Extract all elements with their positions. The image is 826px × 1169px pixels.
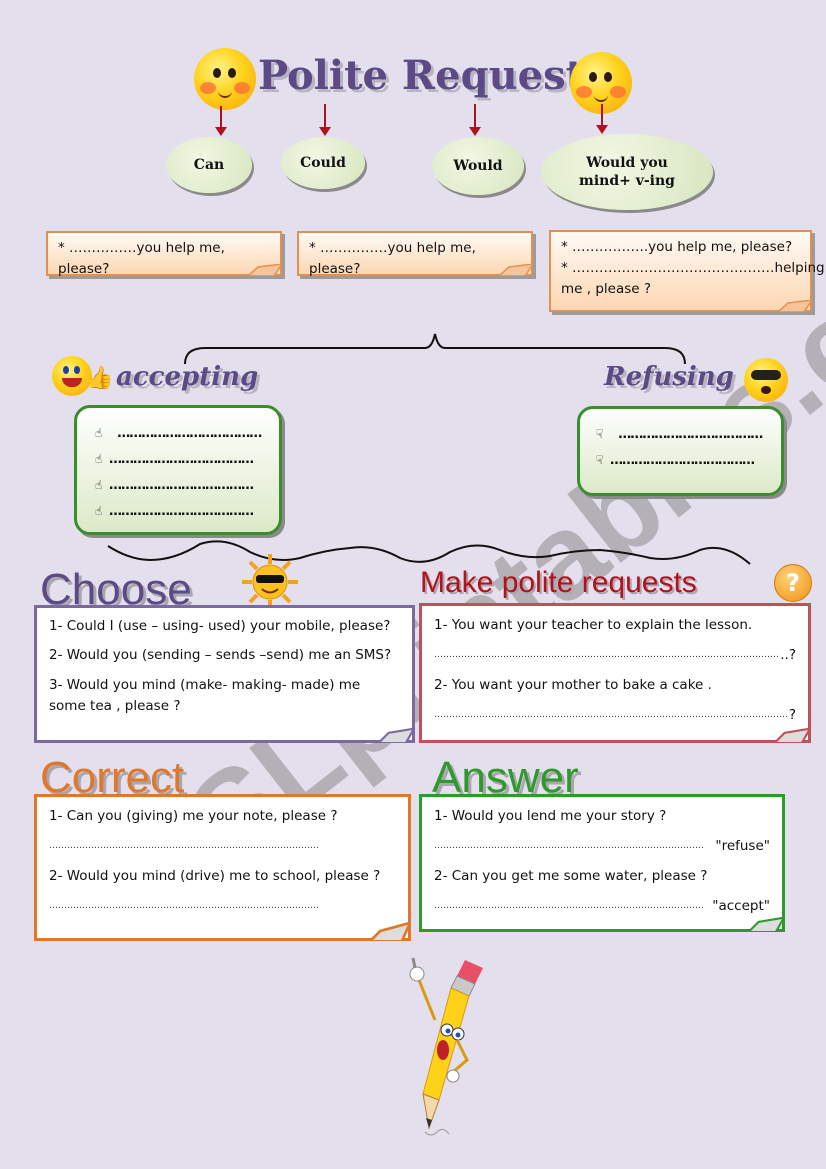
choose-item: 3- Would you mind (make- making- made) m…	[49, 677, 361, 693]
make-requests-box: 1- You want your teacher to explain the …	[419, 603, 811, 743]
note-could: * ……………you help me, please?	[297, 231, 533, 277]
note-can: * ……………you help me, please?	[46, 231, 282, 277]
page-curl-icon	[369, 922, 410, 940]
wavy-divider	[107, 540, 751, 565]
choose-item: 1- Could I (use – using- used) your mobi…	[49, 618, 391, 634]
arrow-down-icon	[319, 104, 331, 136]
correct-answer-line[interactable]: ……………………………………………………………………………………………………………	[49, 831, 319, 861]
accepting-line[interactable]: ☝………………………………	[95, 446, 279, 472]
thumbs-up-icon: ☝	[95, 452, 103, 466]
page-curl-icon	[778, 300, 812, 312]
choose-item: some tea , please ?	[49, 698, 181, 714]
modal-could: Could	[281, 137, 365, 189]
correct-item: 1- Can you (giving) me your note, please…	[49, 808, 338, 824]
thumbs-up-icon: ☝	[95, 426, 103, 440]
modal-would-you-mind: Would you mind+ v-ing	[541, 134, 713, 210]
sunglasses-smiley-icon	[744, 358, 788, 402]
page-curl-icon	[378, 728, 414, 742]
page-title: Polite Requests	[258, 52, 607, 99]
refusing-line[interactable]: ☟………………………………	[596, 447, 781, 473]
answer-box: 1- Would you lend me your story ? …………………	[419, 794, 785, 932]
correct-box: 1- Can you (giving) me your note, please…	[34, 794, 411, 941]
make-requests-heading: Make polite requests	[420, 566, 697, 599]
arrow-down-icon	[596, 104, 608, 134]
page-curl-icon	[248, 264, 282, 276]
accepting-line[interactable]: ☝………………………………	[95, 472, 279, 498]
correct-item: 2- Would you mind (drive) me to school, …	[49, 868, 381, 884]
sun-sunglasses-icon	[240, 552, 300, 612]
pencil-character-icon	[409, 957, 483, 1136]
accepting-heading: accepting	[116, 362, 259, 392]
answer-line[interactable]: ……………………………………………………………………………………………………………	[434, 891, 770, 921]
correct-answer-line[interactable]: ……………………………………………………………………………………………………………	[49, 891, 319, 921]
accepting-line[interactable]: ☝ ………………………………	[95, 420, 279, 446]
blushing-smiley-icon	[194, 48, 256, 110]
refusing-box: ☟ ……………………………… ☟………………………………	[577, 406, 784, 496]
arrow-down-icon	[215, 106, 227, 136]
accepting-box: ☝ ……………………………… ☝……………………………… ☝……………………………	[74, 405, 282, 535]
page-curl-icon	[748, 917, 784, 931]
request-prompt: 1- You want your teacher to explain the …	[434, 617, 753, 633]
refusing-line[interactable]: ☟ ………………………………	[596, 421, 781, 447]
page-curl-icon	[499, 264, 533, 276]
note-would: * ……………..you help me, please? * ………………………	[549, 230, 825, 312]
request-prompt: 2- You want your mother to bake a cake .	[434, 677, 712, 693]
thumbs-down-icon: ☟	[596, 427, 604, 441]
request-answer-line[interactable]: ……………………………………………………………………………………………………………	[434, 640, 796, 670]
curly-brace	[184, 333, 686, 365]
answer-prompt: 1- Would you lend me your story ?	[434, 808, 667, 824]
thumbs-up-icon: ☝	[95, 478, 103, 492]
thumbs-down-icon: ☟	[596, 453, 604, 467]
choose-box: 1- Could I (use – using- used) your mobi…	[34, 605, 415, 743]
request-answer-line[interactable]: ……………………………………………………………………………………………………………	[434, 700, 796, 730]
modal-would: Would	[432, 137, 524, 195]
refusing-heading: Refusing	[604, 362, 734, 392]
answer-line[interactable]: ……………………………………………………………………………………………………………	[434, 831, 770, 861]
answer-prompt: 2- Can you get me some water, please ?	[434, 868, 708, 884]
question-mark-icon: ?	[774, 564, 812, 602]
arrow-down-icon	[469, 104, 481, 136]
accepting-line[interactable]: ☝………………………………	[95, 498, 279, 524]
thumbs-up-icon: ☝	[95, 504, 103, 518]
thumbs-up-icon: 👍	[86, 366, 114, 391]
choose-item: 2- Would you (sending – sends –send) me …	[49, 647, 392, 663]
modal-can: Can	[166, 137, 252, 193]
page-curl-icon	[774, 728, 810, 742]
